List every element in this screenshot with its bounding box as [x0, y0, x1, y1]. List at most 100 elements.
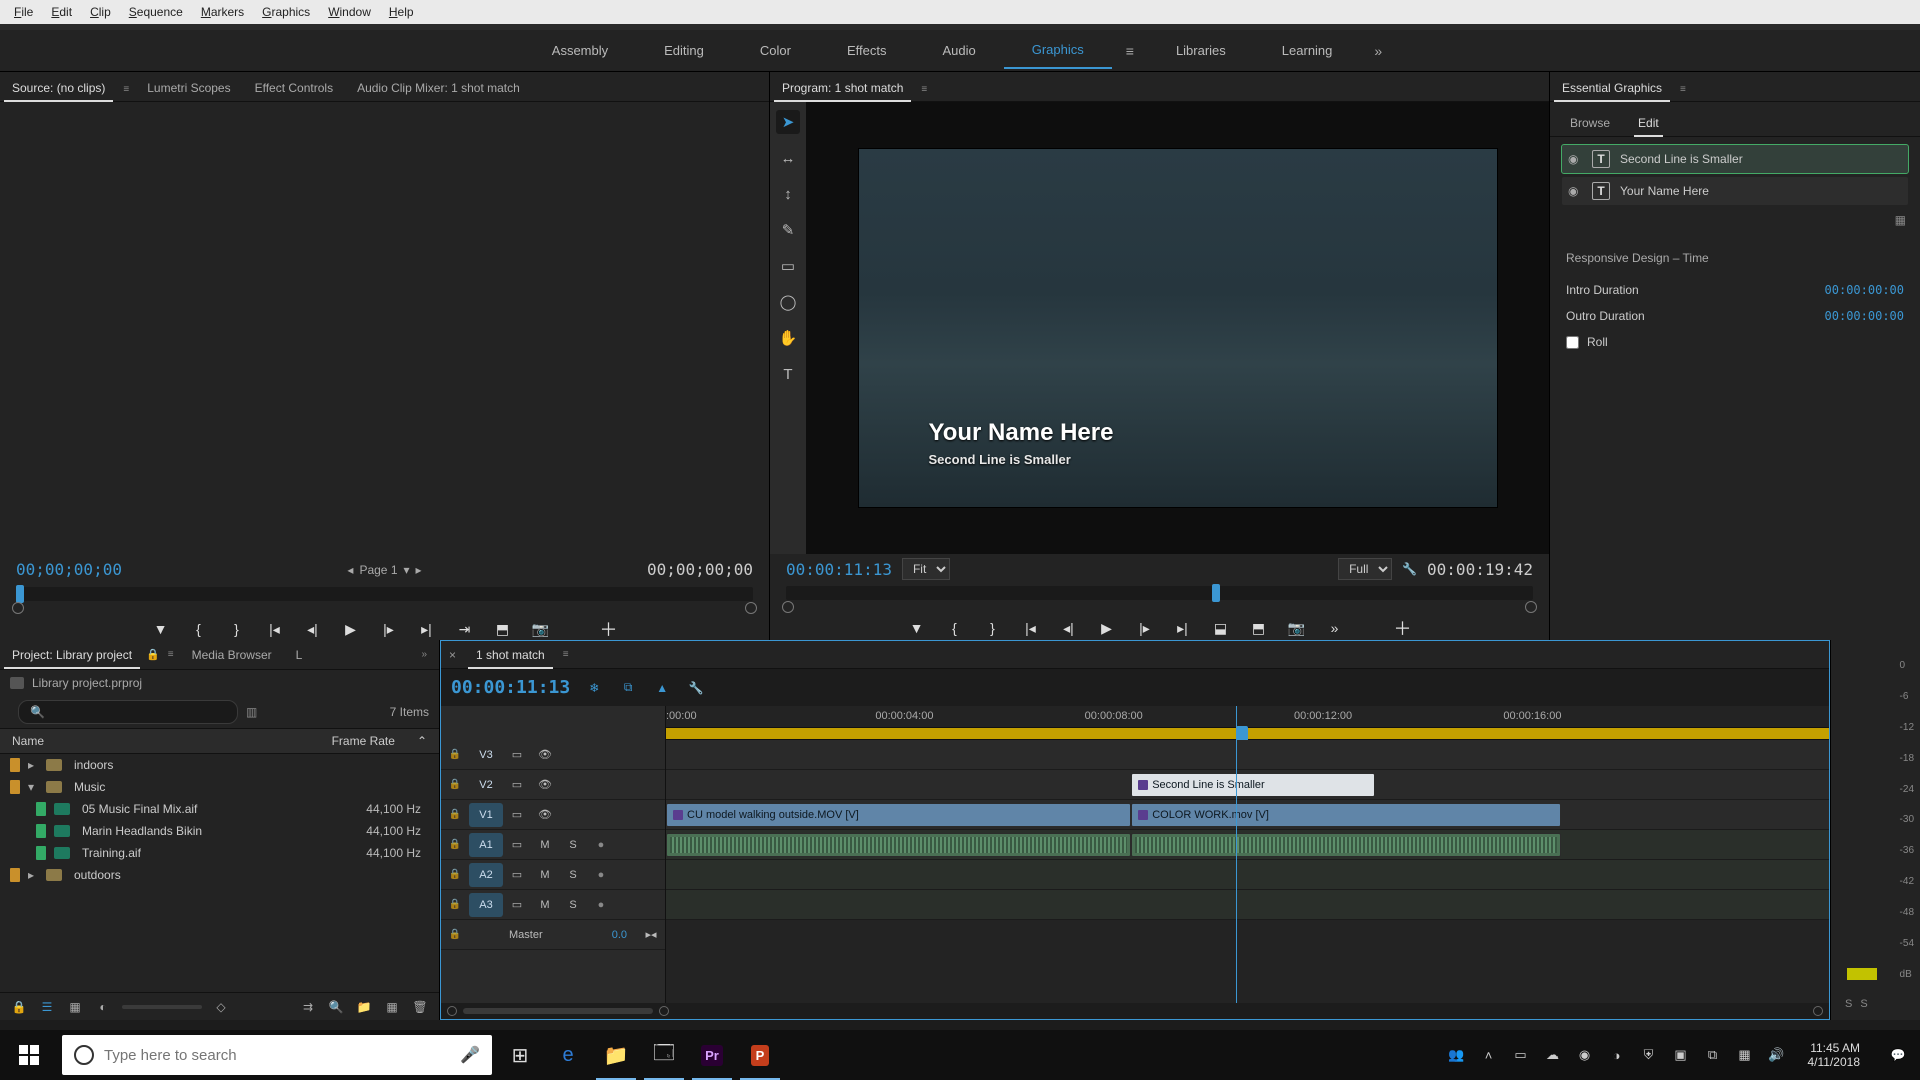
tab-media-browser[interactable]: Media Browser	[180, 642, 284, 668]
tab-source[interactable]: Source: (no clips)	[0, 75, 117, 101]
lock-icon[interactable]: 🔒	[144, 642, 162, 667]
project-folder-row[interactable]: ▸outdoors	[0, 864, 439, 886]
zoom-select[interactable]: Fit	[902, 558, 950, 580]
pen-tool-icon[interactable]: ✎	[776, 218, 800, 242]
expand-caret-icon[interactable]: ▾	[28, 780, 38, 794]
solo-icon[interactable]	[559, 860, 587, 890]
page-next-icon[interactable]: ▸	[416, 563, 422, 577]
panel-menu-icon[interactable]: ≡	[1112, 43, 1148, 59]
powerpoint-icon[interactable]: P	[736, 1030, 784, 1080]
ellipse-tool-icon[interactable]: ◯	[776, 290, 800, 314]
mute-icon[interactable]	[531, 890, 559, 920]
clip-graphic[interactable]: Second Line is Smaller	[1131, 773, 1375, 797]
track-v3-label[interactable]: V3	[469, 743, 503, 767]
go-to-in-icon[interactable]: |◂	[265, 619, 285, 639]
horizontal-center-icon[interactable]: ↕	[776, 182, 800, 206]
track-lock-icon[interactable]	[441, 830, 469, 860]
people-icon[interactable]: 👥	[1448, 1046, 1466, 1064]
lane-a1[interactable]	[666, 830, 1829, 860]
page-label[interactable]: Page 1	[359, 563, 397, 577]
workspace-learning[interactable]: Learning	[1254, 33, 1361, 68]
battery-icon[interactable]: ▭	[1512, 1046, 1530, 1064]
step-back-icon[interactable]: ◂|	[303, 619, 323, 639]
mic-icon[interactable]: 🎤	[460, 1045, 480, 1065]
mark-in-icon[interactable]: {	[945, 618, 965, 638]
workspace-editing[interactable]: Editing	[636, 33, 732, 68]
lift-icon[interactable]: ⬓	[1211, 618, 1231, 638]
hand-tool-icon[interactable]: ✋	[776, 326, 800, 350]
work-area-bar[interactable]	[666, 728, 1829, 740]
track-lock-icon[interactable]	[441, 890, 469, 920]
new-bin-icon[interactable]: 📁	[355, 998, 373, 1016]
play-icon[interactable]: ▶	[341, 619, 361, 639]
taskbar-search-input[interactable]	[104, 1047, 450, 1064]
workspace-graphics[interactable]: Graphics	[1004, 32, 1112, 69]
step-back-icon[interactable]: ◂|	[1059, 618, 1079, 638]
automate-to-sequence-icon[interactable]: ⇉	[299, 998, 317, 1016]
graphic-subtitle-overlay[interactable]: Second Line is Smaller	[929, 452, 1071, 467]
project-media-row[interactable]: Training.aif44,100 Hz	[0, 842, 439, 864]
eg-tab-browse[interactable]: Browse	[1566, 110, 1614, 136]
linked-selection-icon[interactable]: ⧉	[618, 678, 638, 698]
taskbar-clock[interactable]: 11:45 AM 4/11/2018	[1800, 1041, 1869, 1069]
track-target-icon[interactable]: ▭	[503, 890, 531, 920]
track-v2-label[interactable]: V2	[469, 773, 503, 797]
task-view-icon[interactable]: ⊞	[496, 1030, 544, 1080]
menu-clip[interactable]: Clip	[82, 3, 119, 21]
workspace-assembly[interactable]: Assembly	[524, 33, 636, 68]
track-lock-icon[interactable]	[441, 770, 469, 800]
visibility-icon[interactable]: ◉	[1568, 152, 1582, 166]
type-tool-icon[interactable]: T	[776, 362, 800, 386]
overflow-icon[interactable]: »	[415, 643, 433, 666]
mute-icon[interactable]	[531, 830, 559, 860]
workspace-audio[interactable]: Audio	[914, 33, 1003, 68]
workspace-libraries[interactable]: Libraries	[1148, 33, 1254, 68]
rectangle-tool-icon[interactable]: ▭	[776, 254, 800, 278]
menu-sequence[interactable]: Sequence	[121, 3, 191, 21]
resolution-select[interactable]: Full	[1338, 558, 1392, 580]
premiere-icon[interactable]: Pr	[688, 1030, 736, 1080]
extract-icon[interactable]: ⬒	[1249, 618, 1269, 638]
track-target-icon[interactable]: ▭	[503, 770, 531, 800]
workspace-color[interactable]: Color	[732, 33, 819, 68]
tray-app-icon[interactable]: ▦	[1736, 1046, 1754, 1064]
voiceover-icon[interactable]	[587, 830, 615, 860]
track-lock-icon[interactable]	[441, 800, 469, 830]
time-ruler[interactable]: :00:0000:00:04:0000:00:08:0000:00:12:000…	[666, 706, 1829, 728]
app-icon[interactable]: 🗔	[640, 1030, 688, 1080]
go-to-in-icon[interactable]: |◂	[1021, 618, 1041, 638]
lane-a2[interactable]	[666, 860, 1829, 890]
page-dropdown-icon[interactable]: ▾	[404, 563, 410, 577]
project-tree[interactable]: ▸indoors▾Music05 Music Final Mix.aif44,1…	[0, 754, 439, 992]
overflow-icon[interactable]: »	[1360, 43, 1396, 59]
mark-out-icon[interactable]: }	[983, 618, 1003, 638]
action-center-icon[interactable]: 💬	[1876, 1030, 1920, 1080]
lane-a3[interactable]	[666, 890, 1829, 920]
step-forward-icon[interactable]: |▸	[1135, 618, 1155, 638]
program-scrub-bar[interactable]	[786, 586, 1533, 600]
chrome-tray-icon[interactable]: ◉	[1576, 1046, 1594, 1064]
insert-icon[interactable]: ⇥	[455, 619, 475, 639]
close-tab-icon[interactable]: ×	[441, 648, 464, 662]
export-frame-icon[interactable]: 📷	[531, 619, 551, 639]
freeform-view-icon[interactable]: ◐	[94, 998, 112, 1016]
filter-bin-icon[interactable]: ▥	[246, 705, 257, 719]
menu-file[interactable]: File	[6, 3, 41, 21]
tray-app-icon[interactable]: ◑	[1608, 1046, 1626, 1064]
tray-app-icon[interactable]: ⛨	[1640, 1046, 1658, 1064]
tab-audio-clip-mixer[interactable]: Audio Clip Mixer: 1 shot match	[345, 75, 532, 101]
tab-libraries[interactable]: L	[284, 642, 315, 668]
go-to-out-icon[interactable]: ▸|	[417, 619, 437, 639]
menu-markers[interactable]: Markers	[193, 3, 252, 21]
voiceover-icon[interactable]	[587, 890, 615, 920]
volume-icon[interactable]: 🔊	[1768, 1046, 1786, 1064]
track-target-icon[interactable]: ▭	[503, 860, 531, 890]
tab-project[interactable]: Project: Library project	[0, 642, 144, 668]
tab-lumetri-scopes[interactable]: Lumetri Scopes	[135, 75, 242, 101]
dropbox-icon[interactable]: ⧉	[1704, 1046, 1722, 1064]
visibility-icon[interactable]: ◉	[1568, 184, 1582, 198]
track-output-icon[interactable]: 👁	[531, 800, 559, 830]
source-timecode-left[interactable]: 00;00;00;00	[16, 560, 122, 579]
tab-sequence[interactable]: 1 shot match	[464, 642, 557, 668]
export-frame-icon[interactable]: 📷	[1287, 618, 1307, 638]
